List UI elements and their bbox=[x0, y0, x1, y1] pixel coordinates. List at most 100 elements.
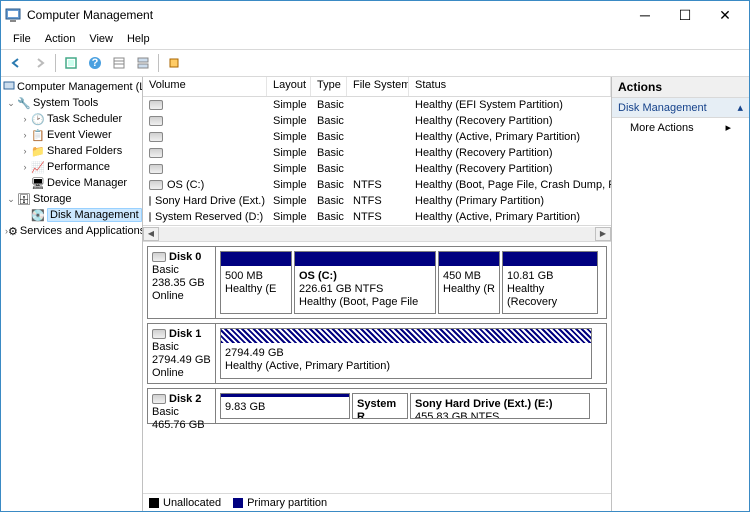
scroll-right-icon[interactable]: ▶ bbox=[595, 227, 611, 241]
toolbar-separator bbox=[158, 54, 159, 72]
volume-icon bbox=[149, 212, 151, 222]
col-fs[interactable]: File System bbox=[347, 77, 409, 96]
disk-partitions: 500 MBHealthy (EOS (C:)226.61 GB NTFSHea… bbox=[216, 247, 606, 318]
legend: Unallocated Primary partition bbox=[143, 493, 611, 511]
main-panel: Volume Layout Type File System Status Si… bbox=[143, 77, 611, 511]
table-row[interactable]: SimpleBasicHealthy (Recovery Partition) bbox=[143, 113, 611, 129]
navy-square-icon bbox=[233, 498, 243, 508]
expand-icon[interactable]: › bbox=[19, 114, 31, 124]
back-button[interactable] bbox=[5, 52, 27, 74]
maximize-button[interactable]: ☐ bbox=[665, 3, 705, 27]
tree-devmgr[interactable]: 🖥Device Manager bbox=[1, 175, 142, 191]
menu-file[interactable]: File bbox=[7, 31, 37, 47]
expand-icon[interactable]: › bbox=[19, 162, 31, 172]
tree-storage[interactable]: ⌄🗄Storage bbox=[1, 191, 142, 207]
disk-graphical-view[interactable]: Disk 0Basic238.35 GBOnline500 MBHealthy … bbox=[143, 241, 611, 493]
tree-task[interactable]: ›🕑Task Scheduler bbox=[1, 111, 142, 127]
table-row[interactable]: SimpleBasicHealthy (Active, Primary Part… bbox=[143, 129, 611, 145]
app-icon bbox=[5, 7, 21, 23]
col-volume[interactable]: Volume bbox=[143, 77, 267, 96]
col-layout[interactable]: Layout bbox=[267, 77, 311, 96]
help-icon[interactable]: ? bbox=[84, 52, 106, 74]
table-row[interactable]: OS (C:)SimpleBasicNTFSHealthy (Boot, Pag… bbox=[143, 177, 611, 193]
tree-perf[interactable]: ›📈Performance bbox=[1, 159, 142, 175]
menu-view[interactable]: View bbox=[83, 31, 119, 47]
tree-shared[interactable]: ›📁Shared Folders bbox=[1, 143, 142, 159]
chevron-right-icon: ▸ bbox=[725, 121, 731, 134]
minimize-button[interactable]: ─ bbox=[625, 3, 665, 27]
partition[interactable]: Sony Hard Drive (Ext.) (E:)455.83 GB NTF… bbox=[410, 393, 590, 419]
view-list-icon[interactable] bbox=[108, 52, 130, 74]
partition[interactable]: 500 MBHealthy (E bbox=[220, 251, 292, 314]
scroll-left-icon[interactable]: ◀ bbox=[143, 227, 159, 241]
refresh-icon[interactable] bbox=[60, 52, 82, 74]
partition[interactable]: 2794.49 GBHealthy (Active, Primary Parti… bbox=[220, 328, 592, 379]
device-icon: 🖥 bbox=[31, 176, 45, 190]
black-square-icon bbox=[149, 498, 159, 508]
disk-row[interactable]: Disk 2Basic465.76 GB9.83 GBSystem R100 M… bbox=[147, 388, 607, 424]
toolbar: ? bbox=[1, 49, 749, 77]
partition[interactable]: 10.81 GBHealthy (Recovery bbox=[502, 251, 598, 314]
volume-list-header: Volume Layout Type File System Status bbox=[143, 77, 611, 97]
expand-icon[interactable]: › bbox=[19, 130, 31, 140]
tree-services[interactable]: ›⚙Services and Applications bbox=[1, 223, 142, 239]
legend-primary: Primary partition bbox=[233, 497, 327, 509]
disk-partitions: 2794.49 GBHealthy (Active, Primary Parti… bbox=[216, 324, 606, 383]
legend-unallocated: Unallocated bbox=[149, 497, 221, 509]
expand-icon[interactable]: › bbox=[19, 146, 31, 156]
content-area: Computer Management (Local ⌄🔧System Tool… bbox=[1, 77, 749, 511]
volume-icon bbox=[149, 100, 163, 110]
folder-icon: 📁 bbox=[31, 144, 45, 158]
tree-diskmgmt[interactable]: 💽Disk Management bbox=[1, 207, 142, 223]
view-graphical-icon[interactable] bbox=[132, 52, 154, 74]
table-row[interactable]: Sony Hard Drive (Ext.) (E:)SimpleBasicNT… bbox=[143, 193, 611, 209]
close-button[interactable]: ✕ bbox=[705, 3, 745, 27]
partition[interactable]: 9.83 GB bbox=[220, 393, 350, 419]
volume-icon bbox=[149, 132, 163, 142]
perf-icon: 📈 bbox=[31, 160, 45, 174]
settings-icon[interactable] bbox=[163, 52, 185, 74]
col-status[interactable]: Status bbox=[409, 77, 611, 96]
disk-row[interactable]: Disk 1Basic2794.49 GBOnline2794.49 GBHea… bbox=[147, 323, 607, 384]
tree-root[interactable]: Computer Management (Local bbox=[1, 79, 142, 95]
volume-icon bbox=[149, 196, 151, 206]
tools-icon: 🔧 bbox=[17, 96, 31, 110]
window-title: Computer Management bbox=[27, 8, 625, 22]
disk-icon bbox=[152, 329, 166, 339]
forward-button[interactable] bbox=[29, 52, 51, 74]
partition[interactable]: 450 MBHealthy (R bbox=[438, 251, 500, 314]
disk-partitions: 9.83 GBSystem R100 MB NSony Hard Drive (… bbox=[216, 389, 606, 423]
clock-icon: 🕑 bbox=[31, 112, 45, 126]
collapse-icon[interactable]: ⌄ bbox=[5, 98, 17, 109]
partition[interactable]: OS (C:)226.61 GB NTFSHealthy (Boot, Page… bbox=[294, 251, 436, 314]
actions-more[interactable]: More Actions▸ bbox=[612, 118, 749, 137]
scroll-track[interactable] bbox=[159, 227, 595, 241]
menu-help[interactable]: Help bbox=[121, 31, 156, 47]
volume-list[interactable]: SimpleBasicHealthy (EFI System Partition… bbox=[143, 97, 611, 225]
disk-row[interactable]: Disk 0Basic238.35 GBOnline500 MBHealthy … bbox=[147, 246, 607, 319]
tree-systools[interactable]: ⌄🔧System Tools bbox=[1, 95, 142, 111]
partition-color-bar bbox=[503, 252, 597, 266]
collapse-icon[interactable]: ⌄ bbox=[5, 194, 17, 205]
col-type[interactable]: Type bbox=[311, 77, 347, 96]
computer-icon bbox=[3, 80, 15, 94]
volume-icon bbox=[149, 116, 163, 126]
partition[interactable]: System R100 MB N bbox=[352, 393, 408, 419]
nav-tree[interactable]: Computer Management (Local ⌄🔧System Tool… bbox=[1, 77, 143, 511]
disk-header: Disk 0Basic238.35 GBOnline bbox=[148, 247, 216, 318]
table-row[interactable]: System Reserved (D:)SimpleBasicNTFSHealt… bbox=[143, 209, 611, 225]
table-row[interactable]: SimpleBasicHealthy (Recovery Partition) bbox=[143, 161, 611, 177]
disk-icon: 💽 bbox=[31, 208, 45, 222]
partition-color-bar bbox=[221, 252, 291, 266]
collapse-triangle-icon[interactable]: ▴ bbox=[737, 101, 743, 114]
volume-icon bbox=[149, 148, 163, 158]
event-icon: 📋 bbox=[31, 128, 45, 142]
volume-icon bbox=[149, 180, 163, 190]
table-row[interactable]: SimpleBasicHealthy (Recovery Partition) bbox=[143, 145, 611, 161]
actions-section[interactable]: Disk Management▴ bbox=[612, 98, 749, 118]
tree-event[interactable]: ›📋Event Viewer bbox=[1, 127, 142, 143]
menu-action[interactable]: Action bbox=[39, 31, 82, 47]
partition-color-bar bbox=[439, 252, 499, 266]
horizontal-scrollbar[interactable]: ◀ ▶ bbox=[143, 225, 611, 241]
table-row[interactable]: SimpleBasicHealthy (EFI System Partition… bbox=[143, 97, 611, 113]
